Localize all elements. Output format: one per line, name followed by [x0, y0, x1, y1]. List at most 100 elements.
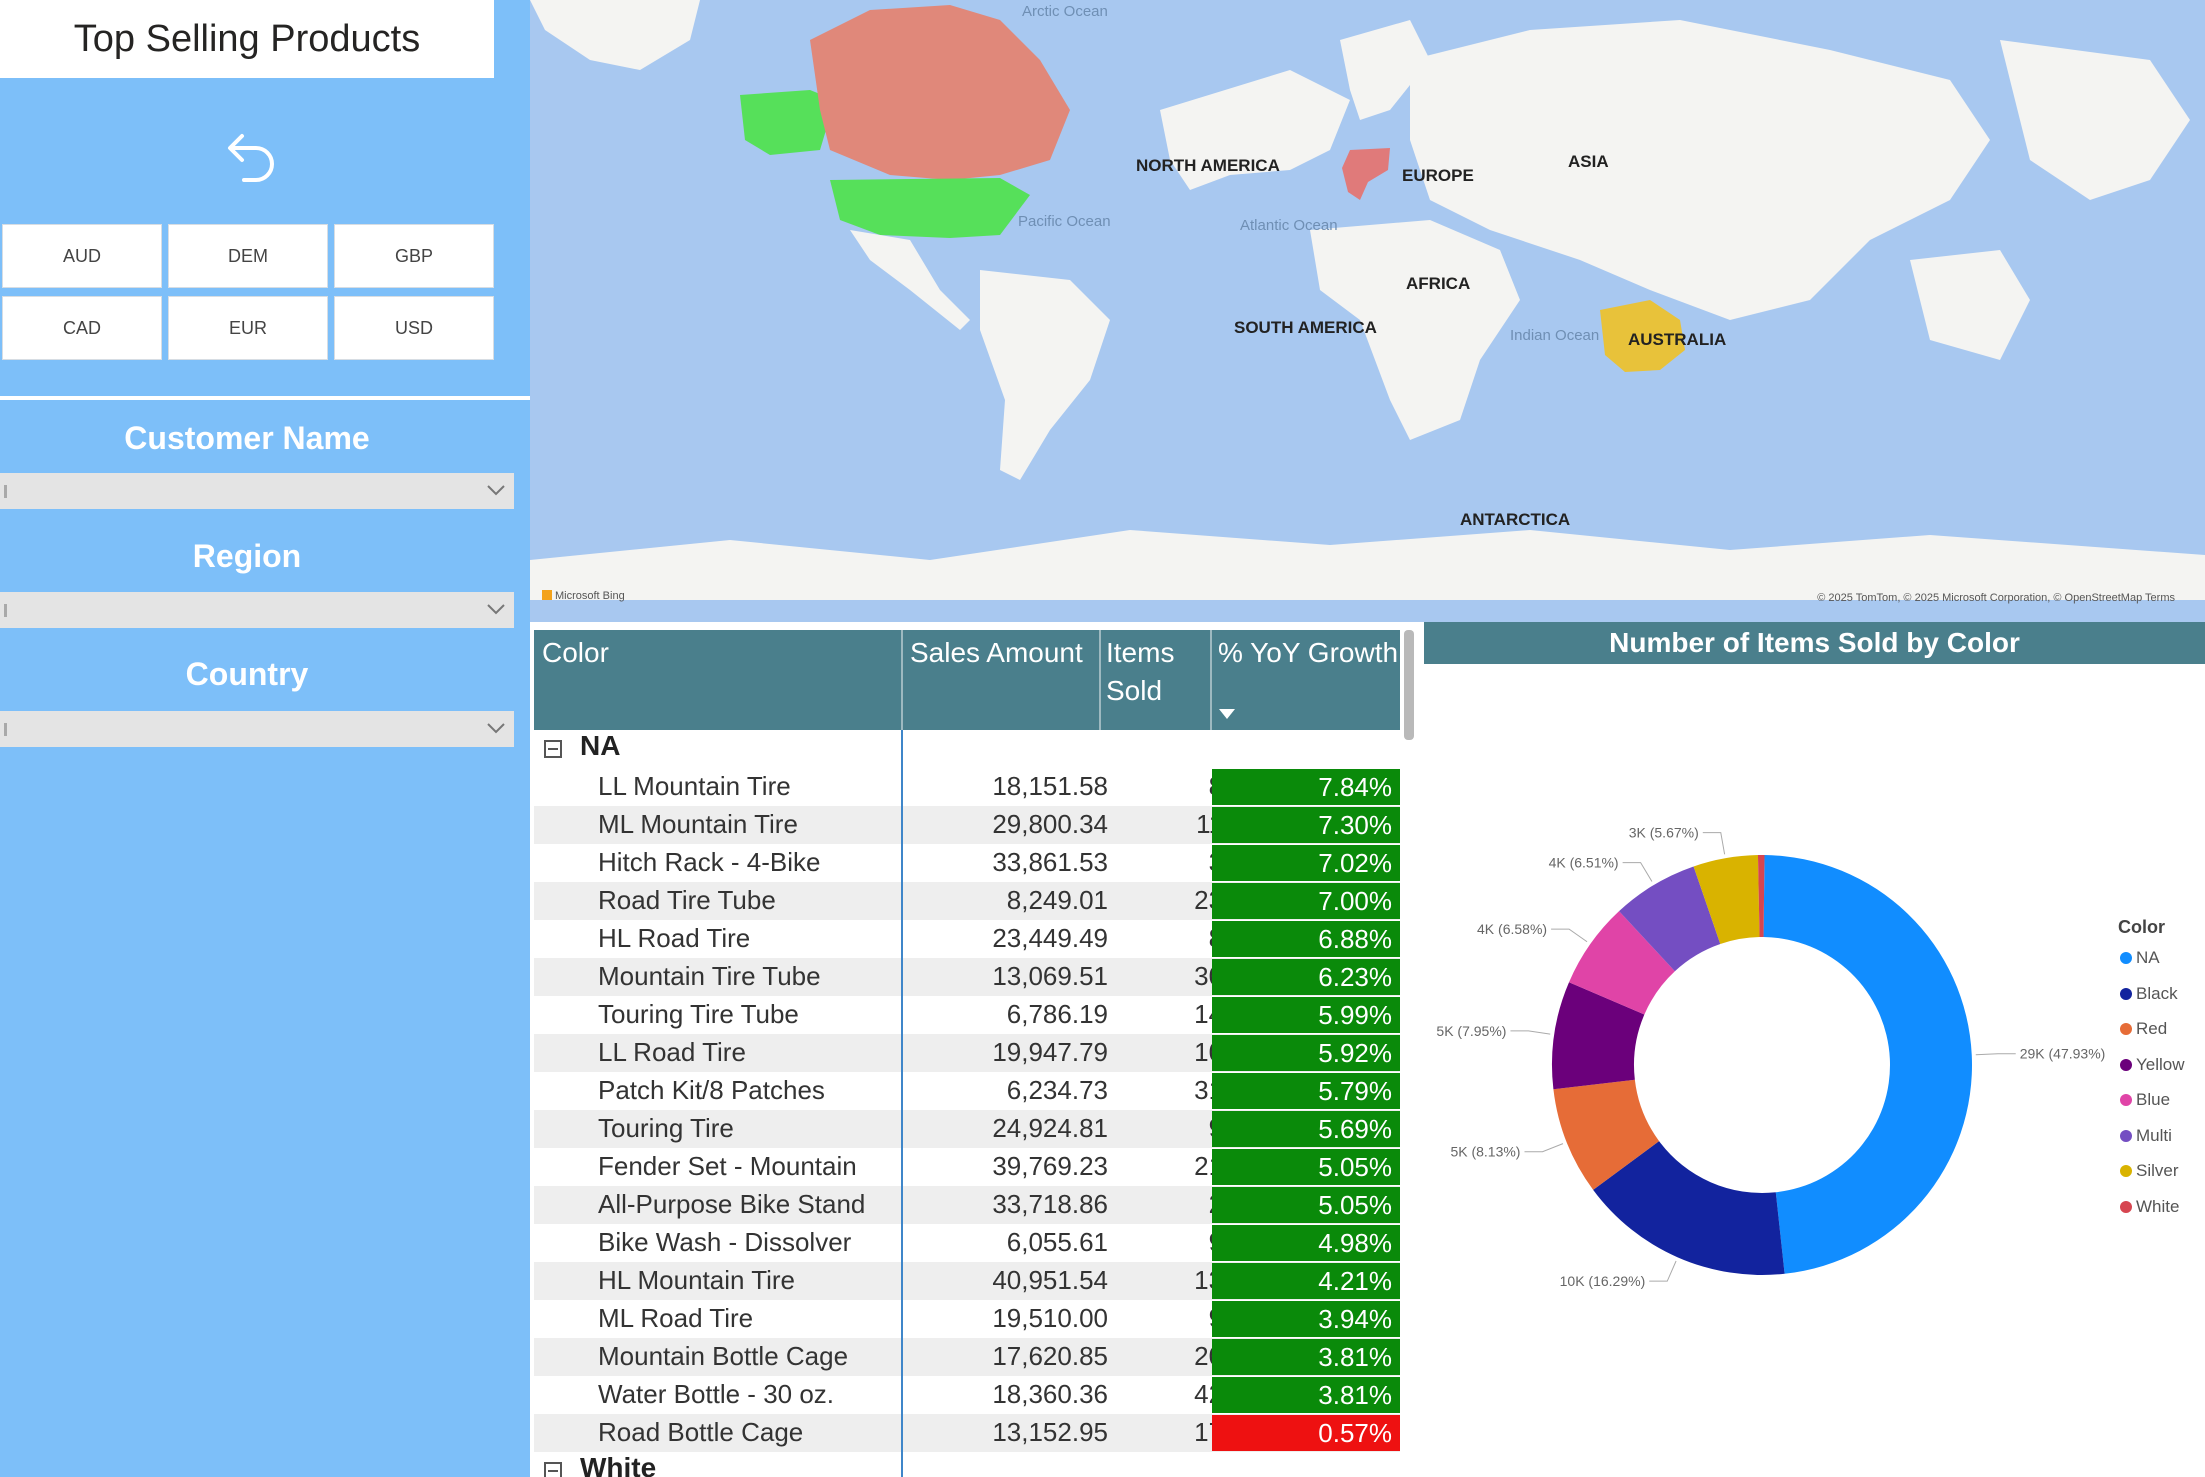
- table-row[interactable]: LL Road Tire19,947.7910445.92%: [534, 1034, 1400, 1072]
- yoy-growth-cell: 0.57%: [1212, 1415, 1400, 1451]
- table-row[interactable]: HL Mountain Tire40,951.5413964.21%: [534, 1262, 1400, 1300]
- column-header-sales-amount[interactable]: Sales Amount: [910, 634, 1083, 672]
- legend-marker: [2120, 1058, 2132, 1071]
- sales-amount-cell: 18,151.58: [992, 771, 1108, 801]
- column-header-items-sold[interactable]: Items Sold: [1106, 634, 1196, 710]
- sales-amount-cell: 6,786.19: [1006, 999, 1108, 1029]
- map-label-africa: AFRICA: [1406, 274, 1471, 293]
- table-row[interactable]: Touring Tire24,924.819355.69%: [534, 1110, 1400, 1148]
- currency-button-dem[interactable]: DEM: [168, 224, 328, 288]
- page-title: Top Selling Products: [73, 17, 421, 60]
- product-name-cell: Patch Kit/8 Patches: [598, 1075, 825, 1105]
- collapse-toggle-icon[interactable]: [544, 1462, 562, 1477]
- table-row[interactable]: ML Road Tire19,510.009263.94%: [534, 1300, 1400, 1338]
- table-row[interactable]: Road Bottle Cage13,152.9517120.57%: [534, 1414, 1400, 1452]
- yoy-growth-cell: 7.84%: [1212, 769, 1400, 805]
- yoy-growth-cell: 5.69%: [1212, 1111, 1400, 1147]
- legend-item-black[interactable]: Black: [2120, 984, 2178, 1004]
- header-divider: [901, 630, 903, 730]
- product-name-cell: ML Road Tire: [598, 1303, 754, 1333]
- data-label-leader-line: [1551, 928, 1588, 943]
- sort-descending-icon[interactable]: [1218, 708, 1236, 720]
- table-row[interactable]: Patch Kit/8 Patches6,234.7331915.79%: [534, 1072, 1400, 1110]
- table-row[interactable]: Mountain Bottle Cage17,620.8520253.81%: [534, 1338, 1400, 1376]
- legend-label: Red: [2136, 1019, 2168, 1038]
- country-dropdown[interactable]: [0, 711, 514, 747]
- table-row[interactable]: Touring Tire Tube6,786.1914885.99%: [534, 996, 1400, 1034]
- map-label-australia: AUSTRALIA: [1628, 330, 1727, 349]
- currency-button-gbp[interactable]: GBP: [334, 224, 494, 288]
- yoy-growth-cell: 3.94%: [1212, 1301, 1400, 1337]
- sales-amount-cell: 13,069.51: [992, 961, 1108, 991]
- region-dropdown[interactable]: [0, 592, 514, 628]
- legend-title: Color: [2118, 917, 2165, 937]
- yoy-growth-cell: 5.99%: [1212, 997, 1400, 1033]
- column-header-color[interactable]: Color: [542, 634, 609, 672]
- table-row[interactable]: Bike Wash - Dissolver6,055.619084.98%: [534, 1224, 1400, 1262]
- map-label-south-america: SOUTH AMERICA: [1234, 318, 1377, 337]
- sales-amount-cell: 13,152.95: [992, 1417, 1108, 1447]
- chevron-down-icon: [487, 723, 505, 734]
- legend-label: White: [2136, 1196, 2180, 1216]
- sales-amount-cell: 8,249.01: [1006, 885, 1108, 915]
- dropdown-value-marker: [4, 604, 7, 617]
- sales-amount-cell: 40,951.54: [992, 1265, 1108, 1295]
- table-scrollbar[interactable]: [1404, 630, 1414, 740]
- table-row[interactable]: LL Mountain Tire18,151.588627.84%: [534, 768, 1400, 806]
- product-name-cell: Mountain Tire Tube: [598, 961, 821, 991]
- currency-button-eur[interactable]: EUR: [168, 296, 328, 360]
- yoy-growth-cell: 7.30%: [1212, 807, 1400, 843]
- table-row[interactable]: Hitch Rack - 4-Bike33,861.533287.02%: [534, 844, 1400, 882]
- legend-item-multi[interactable]: Multi: [2120, 1126, 2172, 1146]
- map-provider: Microsoft Bing: [555, 590, 625, 602]
- chevron-down-icon: [487, 485, 505, 496]
- legend-item-red[interactable]: Red: [2120, 1019, 2167, 1039]
- table-row[interactable]: Water Bottle - 30 oz.18,360.3642443.81%: [534, 1376, 1400, 1414]
- table-row[interactable]: All-Purpose Bike Stand33,718.862495.05%: [534, 1186, 1400, 1224]
- legend-label: Yellow: [2136, 1054, 2185, 1074]
- slicer-title-customer-name: Customer Name: [124, 420, 370, 456]
- legend-label: NA: [2136, 948, 2160, 967]
- group-label: White: [580, 1452, 657, 1477]
- sales-amount-cell: 33,861.53: [992, 847, 1108, 877]
- currency-button-aud[interactable]: AUD: [2, 224, 162, 288]
- customer-name-dropdown[interactable]: [0, 473, 514, 509]
- slicer-title-region: Region: [192, 538, 302, 574]
- yoy-growth-cell: 6.23%: [1212, 959, 1400, 995]
- sales-amount-cell: 23,449.49: [992, 923, 1108, 953]
- yoy-growth-cell: 6.88%: [1212, 921, 1400, 957]
- legend-marker: [2120, 987, 2132, 1000]
- group-label: NA: [580, 730, 621, 761]
- sidebar-panel: Top Selling Products AUD DEM GBP CAD EUR…: [0, 0, 530, 1477]
- currency-button-cad[interactable]: CAD: [2, 296, 162, 360]
- legend-label: Silver: [2136, 1161, 2179, 1180]
- slicer-title-country: Country: [185, 656, 309, 692]
- legend-marker: [2120, 952, 2132, 964]
- filled-map-visual[interactable]: Arctic Ocean Pacific Ocean Atlantic Ocea…: [530, 0, 2205, 622]
- table-row[interactable]: HL Road Tire23,449.498586.88%: [534, 920, 1400, 958]
- dropdown-value-marker: [4, 723, 7, 736]
- donut-chart[interactable]: 29K (47.93%) 10K (16.29%) 5K (8.13%) 5K (7.…: [1420, 670, 2205, 1470]
- table-row[interactable]: Road Tire Tube8,249.0123767.00%: [534, 882, 1400, 920]
- donut-slice-na[interactable]: [1763, 855, 1972, 1274]
- table-row[interactable]: Mountain Tire Tube13,069.5130956.23%: [534, 958, 1400, 996]
- collapse-toggle-icon[interactable]: [544, 740, 562, 758]
- yoy-growth-cell: 5.05%: [1212, 1149, 1400, 1185]
- legend-marker: [2120, 1023, 2132, 1035]
- table-row[interactable]: Fender Set - Mountain39,769.2321215.05%: [534, 1148, 1400, 1186]
- legend-item-na[interactable]: NA: [2120, 948, 2160, 968]
- table-row[interactable]: ML Mountain Tire29,800.3411617.30%: [534, 806, 1400, 844]
- legend-item-silver[interactable]: Silver: [2120, 1161, 2179, 1181]
- legend-item-blue[interactable]: Blue: [2120, 1090, 2170, 1110]
- legend-item-yellow[interactable]: Yellow: [2120, 1055, 2185, 1075]
- legend-item-white[interactable]: White: [2120, 1197, 2179, 1217]
- product-name-cell: Road Bottle Cage: [598, 1417, 804, 1447]
- back-button[interactable]: [218, 128, 282, 192]
- sales-amount-cell: 33,718.86: [992, 1189, 1108, 1219]
- column-header-yoy-growth[interactable]: % YoY Growth: [1218, 634, 1398, 672]
- currency-button-usd[interactable]: USD: [334, 296, 494, 360]
- product-name-cell: LL Mountain Tire: [598, 771, 791, 801]
- bing-logo: Microsoft Bing: [542, 590, 625, 602]
- yoy-growth-cell: 5.05%: [1212, 1187, 1400, 1223]
- product-name-cell: Mountain Bottle Cage: [598, 1341, 849, 1371]
